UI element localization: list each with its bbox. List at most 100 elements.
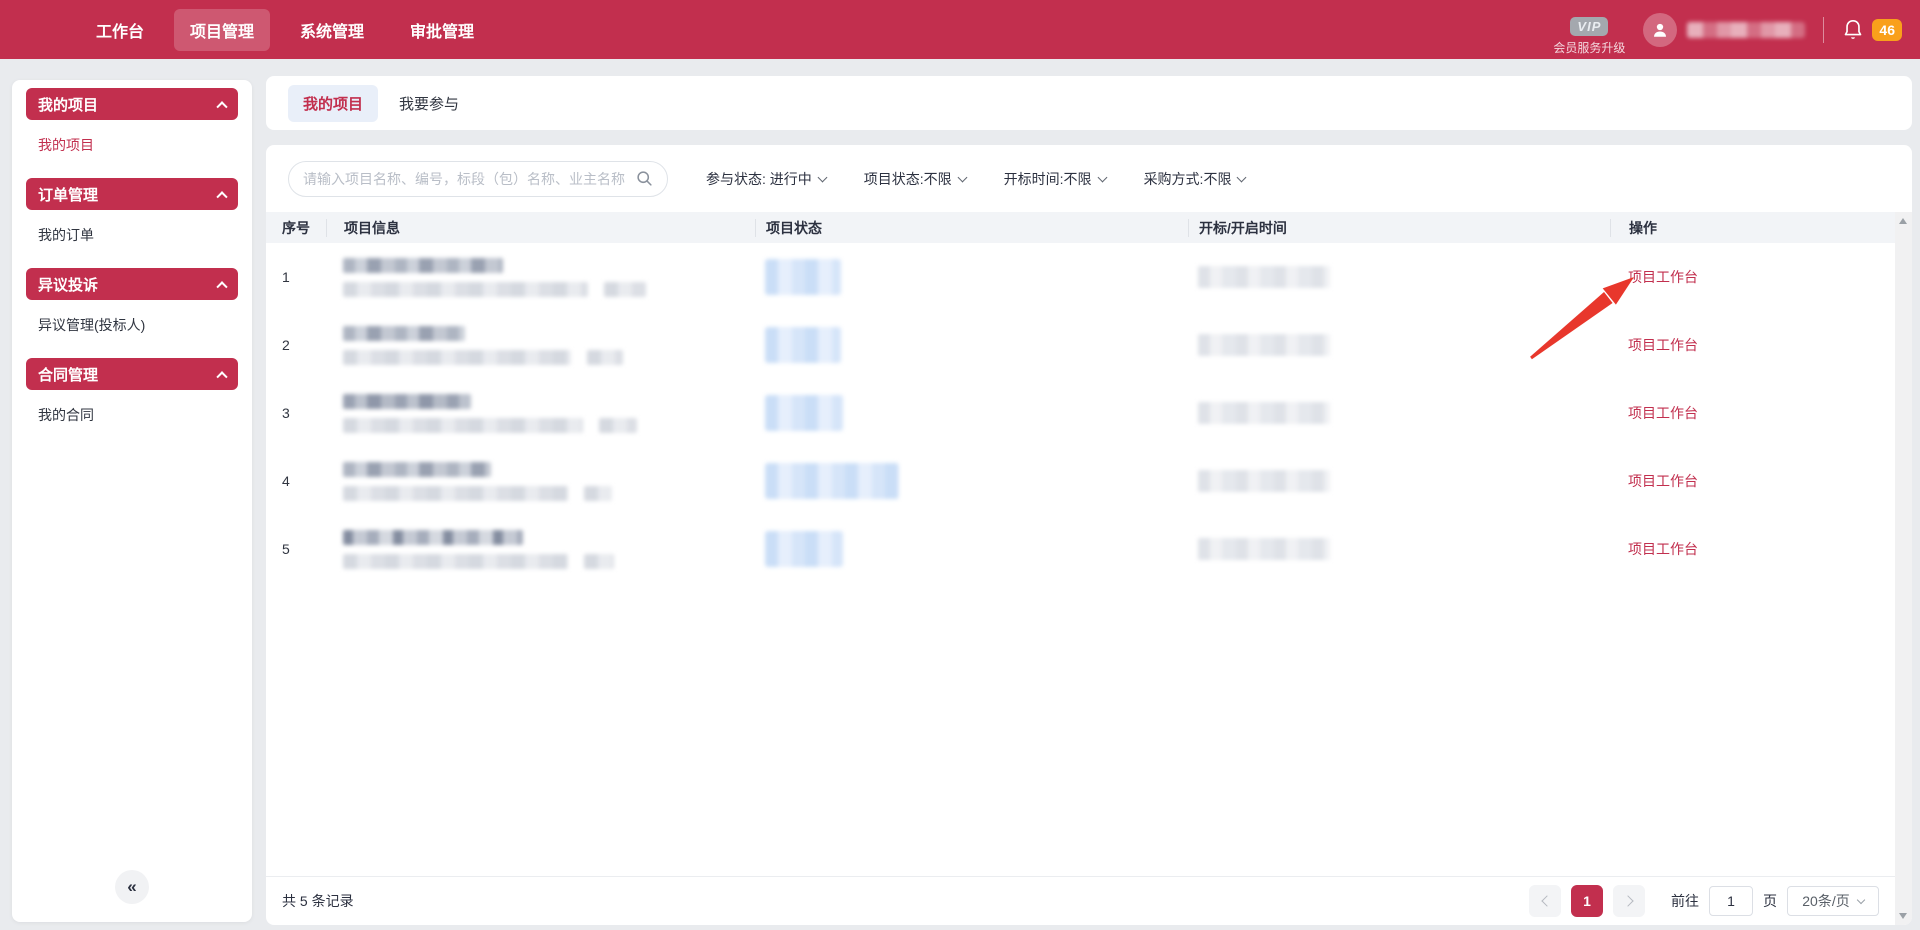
notification-count-badge[interactable]: 46 bbox=[1872, 19, 1902, 41]
status-cell bbox=[755, 327, 1188, 363]
chevron-up-icon bbox=[216, 101, 227, 112]
page: 工作台 项目管理 系统管理 审批管理 VIP 会员服务升级 bbox=[0, 0, 1920, 930]
project-workbench-link[interactable]: 项目工作台 bbox=[1628, 473, 1698, 489]
column-header-index: 序号 bbox=[282, 219, 326, 237]
user-icon bbox=[1651, 21, 1669, 39]
search-icon[interactable] bbox=[636, 170, 653, 187]
project-info-redacted bbox=[326, 462, 755, 501]
chevron-up-icon bbox=[216, 191, 227, 202]
vip-icon: VIP bbox=[1570, 17, 1608, 36]
chevron-down-icon bbox=[957, 172, 967, 182]
filter-label: 开标时间:不限 bbox=[1004, 169, 1092, 189]
page-size-select[interactable]: 20条/页 bbox=[1787, 886, 1879, 916]
date-cell bbox=[1188, 266, 1610, 288]
filter-bar: 参与状态: 进行中 项目状态:不限 开标时间:不限 采购方式:不限 bbox=[266, 145, 1912, 212]
filter-procurement-method[interactable]: 采购方式:不限 bbox=[1144, 169, 1246, 189]
project-workbench-link[interactable]: 项目工作台 bbox=[1628, 541, 1698, 557]
status-badge-redacted bbox=[765, 327, 841, 363]
datetime-redacted bbox=[1198, 402, 1330, 424]
status-badge-redacted bbox=[765, 463, 899, 499]
table-row: 2 项目工作台 bbox=[266, 311, 1895, 379]
nav-item-project-management[interactable]: 项目管理 bbox=[174, 9, 270, 51]
filter-label: 项目状态:不限 bbox=[864, 169, 952, 189]
pagination: 1 前往 页 20条/页 bbox=[1529, 885, 1879, 917]
filter-label: 参与状态: 进行中 bbox=[706, 169, 812, 189]
row-index: 3 bbox=[282, 405, 326, 421]
sidebar-group-contract-management[interactable]: 合同管理 bbox=[26, 358, 238, 390]
chevron-down-icon bbox=[817, 172, 827, 182]
sidebar-item-my-contracts[interactable]: 我的合同 bbox=[12, 390, 252, 440]
column-header-project-info: 项目信息 bbox=[326, 219, 755, 237]
search-input[interactable] bbox=[303, 171, 636, 187]
nav-item-approval-management[interactable]: 审批管理 bbox=[394, 9, 490, 51]
row-index: 1 bbox=[282, 269, 326, 285]
filter-participation-status[interactable]: 参与状态: 进行中 bbox=[706, 169, 826, 189]
vip-upgrade[interactable]: VIP 会员服务升级 bbox=[1553, 17, 1625, 56]
datetime-redacted bbox=[1198, 266, 1330, 288]
search-box[interactable] bbox=[288, 161, 668, 197]
notification-area[interactable]: 46 bbox=[1842, 18, 1902, 42]
datetime-redacted bbox=[1198, 470, 1330, 492]
content-panel: 参与状态: 进行中 项目状态:不限 开标时间:不限 采购方式:不限 序号 项目信… bbox=[266, 145, 1912, 925]
goto-page-input[interactable] bbox=[1709, 886, 1753, 916]
table-row: 3 项目工作台 bbox=[266, 379, 1895, 447]
column-header-opening-time: 开标/开启时间 bbox=[1188, 219, 1610, 237]
project-workbench-link[interactable]: 项目工作台 bbox=[1628, 337, 1698, 353]
date-cell bbox=[1188, 470, 1610, 492]
status-badge-redacted bbox=[765, 395, 843, 431]
filter-bid-opening-time[interactable]: 开标时间:不限 bbox=[1004, 169, 1106, 189]
vertical-scrollbar[interactable] bbox=[1895, 212, 1912, 925]
sidebar-item-objection-management[interactable]: 异议管理(投标人) bbox=[12, 300, 252, 350]
chevron-down-icon bbox=[1097, 172, 1107, 182]
collapse-icon: « bbox=[127, 877, 136, 897]
page-size-value: 20条/页 bbox=[1802, 891, 1849, 911]
sidebar-group-label: 合同管理 bbox=[38, 364, 98, 385]
sidebar: 我的项目 我的项目 订单管理 我的订单 异议投诉 异议管理(投标人) 合同管理 … bbox=[12, 80, 252, 922]
status-cell bbox=[755, 463, 1188, 499]
date-cell bbox=[1188, 334, 1610, 356]
status-badge-redacted bbox=[765, 259, 841, 295]
nav-item-workbench[interactable]: 工作台 bbox=[80, 9, 160, 51]
project-workbench-link[interactable]: 项目工作台 bbox=[1628, 269, 1698, 285]
sidebar-group-order-management[interactable]: 订单管理 bbox=[26, 178, 238, 210]
navbar-right: VIP 会员服务升级 46 bbox=[1553, 3, 1902, 56]
bell-icon[interactable] bbox=[1842, 18, 1864, 42]
scroll-down-icon[interactable] bbox=[1899, 913, 1907, 919]
sidebar-item-my-projects[interactable]: 我的项目 bbox=[12, 120, 252, 170]
project-workbench-link[interactable]: 项目工作台 bbox=[1628, 405, 1698, 421]
table-row: 5 项目工作台 bbox=[266, 515, 1895, 583]
row-index: 2 bbox=[282, 337, 326, 353]
status-badge-redacted bbox=[765, 531, 843, 567]
avatar bbox=[1643, 13, 1677, 47]
sidebar-group-label: 异议投诉 bbox=[38, 274, 98, 295]
scroll-up-icon[interactable] bbox=[1899, 218, 1907, 224]
sidebar-group-label: 订单管理 bbox=[38, 184, 98, 205]
filter-project-status[interactable]: 项目状态:不限 bbox=[864, 169, 966, 189]
datetime-redacted bbox=[1198, 334, 1330, 356]
next-page-button[interactable] bbox=[1613, 885, 1645, 917]
sidebar-group-objection-complaint[interactable]: 异议投诉 bbox=[26, 268, 238, 300]
prev-page-button[interactable] bbox=[1529, 885, 1561, 917]
table-footer: 共 5 条记录 1 前往 页 20条/页 bbox=[266, 876, 1895, 925]
status-cell bbox=[755, 395, 1188, 431]
table-row: 4 项目工作台 bbox=[266, 447, 1895, 515]
user-account[interactable] bbox=[1643, 13, 1805, 47]
chevron-left-icon bbox=[1541, 895, 1552, 906]
date-cell bbox=[1188, 538, 1610, 560]
project-info-redacted bbox=[326, 258, 755, 297]
tab-my-projects[interactable]: 我的项目 bbox=[288, 85, 378, 122]
navbar-divider bbox=[1823, 17, 1824, 43]
nav-item-system-management[interactable]: 系统管理 bbox=[284, 9, 380, 51]
sidebar-group-my-projects[interactable]: 我的项目 bbox=[26, 88, 238, 120]
sidebar-item-my-orders[interactable]: 我的订单 bbox=[12, 210, 252, 260]
top-navbar: 工作台 项目管理 系统管理 审批管理 VIP 会员服务升级 bbox=[0, 0, 1920, 59]
sidebar-collapse-button[interactable]: « bbox=[115, 870, 149, 904]
project-info-redacted bbox=[326, 326, 755, 365]
goto-unit: 页 bbox=[1763, 891, 1777, 911]
tab-want-to-participate[interactable]: 我要参与 bbox=[384, 85, 474, 122]
sidebar-group-label: 我的项目 bbox=[38, 94, 98, 115]
chevron-up-icon bbox=[216, 281, 227, 292]
record-count: 共 5 条记录 bbox=[282, 891, 354, 911]
column-header-actions: 操作 bbox=[1610, 219, 1895, 237]
page-button-1[interactable]: 1 bbox=[1571, 885, 1603, 917]
